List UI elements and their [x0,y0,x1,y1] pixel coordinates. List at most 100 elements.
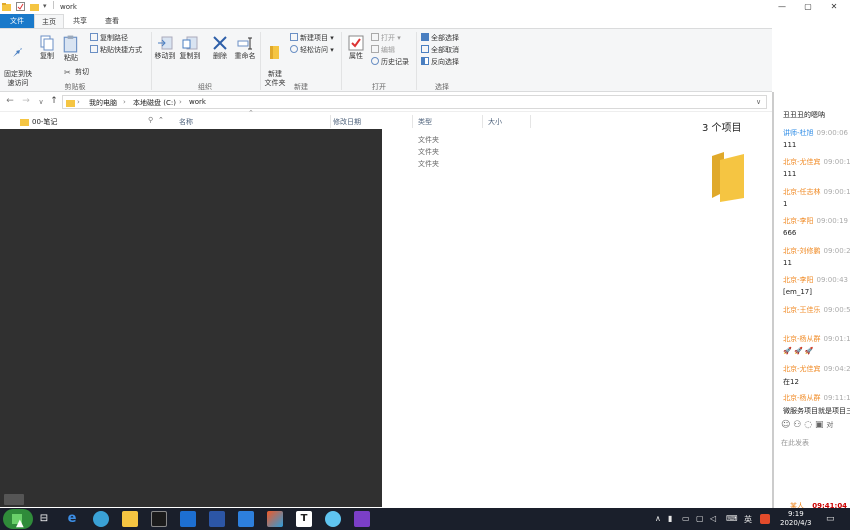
terminal-icon[interactable] [151,511,167,527]
open-button[interactable]: 打开 ▾ [371,33,401,44]
comment-icon[interactable]: ◌ [804,420,812,430]
overlay-chip[interactable] [4,494,24,505]
dark-overlay-window[interactable] [0,129,382,507]
maximize-button[interactable]: ▢ [796,1,820,13]
column-divider[interactable] [530,115,531,128]
tab-view[interactable]: 查看 [96,14,128,28]
crumb-my-computer[interactable]: 我的电脑 [89,98,117,108]
tray-app-icon[interactable]: ▮ [668,514,672,523]
chat-message: 北京-任志林09:00:10 1 [783,187,850,208]
column-divider[interactable] [412,115,413,128]
chat-user[interactable]: 北京-刘修鹏 [783,247,821,255]
rename-button[interactable]: 重命名 [233,35,257,61]
column-type[interactable]: 类型 [418,117,432,127]
pin-quick-access-button[interactable]: 固定到快 速访问 [2,35,34,88]
chat-user[interactable]: 北京-杨从群 [783,394,821,402]
address-dropdown-icon[interactable]: ∨ [756,98,761,106]
pin-icon[interactable]: ⚲ [148,116,153,124]
window-title: work [60,3,77,11]
user-icon[interactable]: ⚇ [793,420,801,430]
new-item-button[interactable]: 新建项目 ▾ [290,33,334,44]
column-name[interactable]: 名称 [179,117,193,127]
tab-home[interactable]: 主页 [34,14,64,28]
ide-icon[interactable] [267,511,283,527]
chat-app-icon[interactable] [238,511,254,527]
task-view-icon[interactable]: ⊟ [36,511,52,527]
delete-button[interactable]: 删除 [209,35,231,61]
select-none-button[interactable]: 全部取消 [421,45,459,56]
column-divider[interactable] [482,115,483,128]
chat-user[interactable]: 北京-李阳 [783,276,814,284]
back-arrow-icon[interactable]: ← [4,96,16,106]
crumb-separator: › [179,98,182,106]
file-explorer-icon[interactable] [122,511,138,527]
forward-arrow-icon[interactable]: → [20,96,32,106]
paste-shortcut-button[interactable]: 粘贴快捷方式 [90,45,142,56]
image-icon[interactable]: ▣ [815,420,824,430]
pin-icon [13,45,22,57]
new-folder-quick-icon[interactable] [30,2,39,11]
tab-file[interactable]: 文件 [0,14,34,28]
more-icon[interactable]: 对 [826,421,833,429]
edit-button[interactable]: 编辑 [371,45,395,56]
properties-quick-icon[interactable] [16,2,25,11]
easy-access-button[interactable]: 轻松访问 ▾ [290,45,334,56]
browser-icon[interactable] [93,511,109,527]
minimize-button[interactable]: — [770,1,794,13]
crumb-work[interactable]: work [189,98,206,106]
chat-user[interactable]: 北京-尤佳宾 [783,158,821,166]
edge-browser-icon[interactable]: e [64,511,80,527]
chat-user[interactable]: 北京-李阳 [783,217,814,225]
recent-locations-chevron-icon[interactable]: ∨ [35,98,47,106]
cut-button[interactable]: ✂ 剪切 [64,67,89,78]
emoji-icon[interactable]: ☺ [781,420,790,430]
scroll-up-icon[interactable]: ⌃ [158,116,164,124]
invert-selection-button[interactable]: 反向选择 [421,57,459,68]
chat-user[interactable]: 讲师-杜旭 [783,129,814,137]
chat-user[interactable]: 北京-尤佳宾 [783,365,821,373]
close-button[interactable]: ✕ [822,1,846,13]
clock-time[interactable]: 9:19 [788,510,804,518]
history-button[interactable]: 历史记录 [371,57,409,68]
sort-up-icon: ⌃ [248,109,254,117]
notification-icon[interactable]: ▭ [826,514,835,524]
input-method-icon[interactable] [760,514,770,524]
paste-button[interactable]: 粘贴 [60,35,82,63]
chat-user[interactable]: 北京-任志林 [783,188,821,196]
cloud-app-icon[interactable] [325,511,341,527]
keyboard-icon[interactable]: ⌨ [726,514,738,523]
copy-path-button[interactable]: 复制路径 [90,33,128,44]
move-to-button[interactable]: 移动到 [154,35,176,61]
chat-time: 09:01:12 [823,335,850,343]
edit-icon [371,45,379,53]
crumb-local-disk[interactable]: 本地磁盘 (C:) [133,98,176,108]
chat-user[interactable]: 北京-王佳乐 [783,306,821,314]
chat-input[interactable]: 在此发表 [781,438,809,448]
copy-to-button[interactable]: 复制到 [178,35,202,61]
select-all-button[interactable]: 全部选择 [421,33,459,44]
clock-date[interactable]: 2020/4/3 [780,519,811,527]
chat-user[interactable]: 北京-杨从群 [783,335,821,343]
volume-icon[interactable]: ◁ [710,514,716,523]
column-size[interactable]: 大小 [488,117,502,127]
column-modified[interactable]: 修改日期 [333,117,361,127]
app-icon-blue[interactable] [180,511,196,527]
new-folder-button[interactable]: 新建 文件夹 [262,35,288,88]
address-input[interactable]: › 我的电脑 › 本地磁盘 (C:) › work ∨ [62,95,767,109]
nav-item-notes[interactable]: 00-笔记 [32,117,57,127]
copy-button[interactable]: 复制 [37,35,57,61]
tab-share[interactable]: 共享 [64,14,96,28]
network-icon[interactable]: ▢ [696,514,704,523]
properties-button[interactable]: 属性 [344,35,368,61]
column-divider[interactable] [330,115,331,128]
group-organize: 组织 [198,83,212,91]
up-arrow-icon[interactable]: ↑ [48,96,60,106]
ime-indicator[interactable]: 英 [744,514,752,525]
recording-app-icon[interactable] [354,511,370,527]
typora-icon[interactable]: T [296,511,312,527]
battery-icon[interactable]: ▭ [682,514,690,523]
tray-chevron-icon[interactable]: ∧ [655,514,661,523]
quick-access-dropdown-icon[interactable]: ▾ [43,2,52,11]
remote-desktop-icon[interactable] [209,511,225,527]
chat-message: 北京-李阳 09:00:43 [em_17] [783,275,850,296]
